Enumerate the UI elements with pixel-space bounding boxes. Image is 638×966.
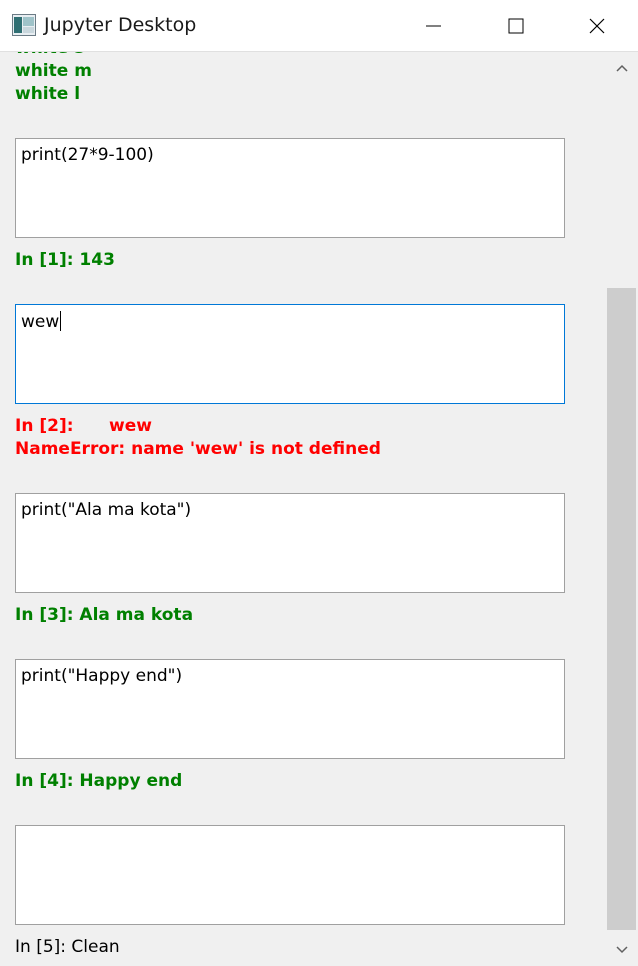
minimize-button[interactable] — [411, 0, 457, 51]
vertical-scrollbar[interactable] — [606, 52, 638, 966]
notebook-content[interactable]: white s white m white l print(27*9-100) … — [0, 52, 606, 966]
error-message: NameError: name 'wew' is not defined — [15, 439, 381, 459]
output-line: white s — [15, 52, 84, 60]
output-line: white m — [15, 61, 92, 81]
app-window: Jupyter Desktop white s white m white l … — [0, 0, 638, 966]
cell-output: In [2]: wew — [15, 415, 152, 438]
maximize-icon — [508, 18, 524, 34]
code-cell-input[interactable]: print("Happy end") — [15, 659, 565, 759]
cell-code: print(27*9-100) — [21, 145, 154, 165]
maximize-button[interactable] — [493, 0, 539, 51]
chevron-up-icon — [616, 64, 628, 72]
cell-code: wew — [21, 311, 62, 332]
code-cell-input[interactable]: print("Ala ma kota") — [15, 493, 565, 593]
text-caret — [60, 311, 62, 331]
cell-output: In [1]: 143 — [15, 250, 115, 270]
scrollbar-thumb[interactable] — [607, 288, 636, 930]
cell-output: In [4]: Happy end — [15, 771, 183, 791]
cell-code: print("Happy end") — [21, 666, 183, 686]
code-cell-input[interactable]: print(27*9-100) — [15, 138, 565, 238]
title-bar[interactable]: Jupyter Desktop — [0, 0, 638, 52]
close-button[interactable] — [574, 0, 620, 51]
close-icon — [589, 18, 605, 34]
jupyter-desktop-icon — [12, 14, 36, 36]
cell-code: print("Ala ma kota") — [21, 500, 192, 520]
scroll-down-button[interactable] — [606, 932, 638, 966]
cell-code-text: wew — [21, 312, 60, 332]
code-cell-input[interactable] — [15, 825, 565, 925]
minimize-icon — [426, 25, 441, 27]
output-code: wew — [109, 416, 152, 436]
output-prompt: In [2]: — [15, 416, 74, 436]
window-title: Jupyter Desktop — [44, 14, 197, 36]
code-cell-input[interactable]: wew — [15, 304, 565, 404]
cell-output: In [3]: Ala ma kota — [15, 605, 194, 625]
cell-output: In [5]: Clean — [15, 937, 120, 957]
scroll-up-button[interactable] — [606, 52, 638, 86]
chevron-down-icon — [616, 946, 628, 954]
output-line: white l — [15, 84, 81, 104]
